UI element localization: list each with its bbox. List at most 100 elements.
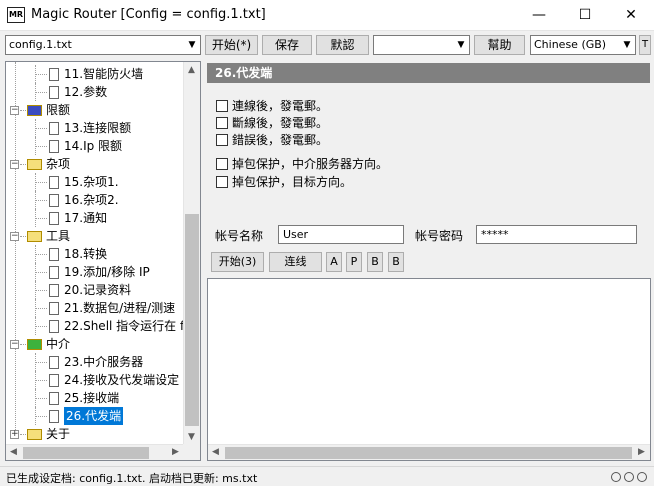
tree-connector: [35, 65, 36, 83]
account-name-input[interactable]: User: [278, 225, 404, 244]
tree-items: 11.智能防火墙 12.参数 − 限额 13.连接限额 14.Ip 限额 − 杂项 15.杂项1…: [6, 62, 184, 445]
tree-item-label: 25.接收端: [64, 391, 120, 405]
config-select-value: config.1.txt: [9, 38, 72, 51]
chevron-down-icon[interactable]: ▼: [184, 36, 200, 54]
scroll-thumb[interactable]: [185, 214, 199, 426]
tree-item[interactable]: 18.转换: [6, 245, 184, 263]
connect-button[interactable]: 连线: [269, 252, 322, 272]
tree-item[interactable]: 19.添加/移除 IP: [6, 263, 184, 281]
checkbox-email-on-error[interactable]: 錯誤後，發電郵。: [216, 132, 328, 148]
maximize-button[interactable]: ☐: [562, 0, 608, 31]
scroll-down-icon[interactable]: ▼: [188, 432, 195, 442]
tree-item[interactable]: 26.代发端: [6, 407, 184, 425]
blank-select[interactable]: ▼: [373, 35, 470, 55]
default-button[interactable]: 默認: [316, 35, 369, 55]
help-button[interactable]: 幫助: [474, 35, 525, 55]
tree-item[interactable]: 15.杂项1.: [6, 173, 184, 191]
scroll-left-icon[interactable]: ◀: [212, 447, 219, 457]
scroll-right-icon[interactable]: ▶: [172, 447, 179, 457]
tree-folder[interactable]: − 限额: [6, 101, 184, 119]
collapse-icon[interactable]: −: [10, 232, 19, 241]
tree-folder[interactable]: − 杂项: [6, 155, 184, 173]
tree-connector: [35, 272, 47, 273]
checkbox-box[interactable]: [216, 100, 228, 112]
config-select[interactable]: config.1.txt ▼: [5, 35, 201, 55]
checkbox-label: 掉包保护，目标方向。: [232, 175, 353, 189]
language-select-value: Chinese (GB): [534, 38, 607, 51]
document-icon: [49, 212, 59, 225]
b-button[interactable]: B: [367, 252, 383, 272]
tree-folder[interactable]: + 关于: [6, 425, 184, 443]
log-horizontal-scrollbar[interactable]: ◀ ▶: [208, 444, 650, 460]
minimize-button[interactable]: —: [516, 0, 562, 31]
start-button[interactable]: 开始(3): [211, 252, 264, 272]
tree-item[interactable]: 12.参数: [6, 83, 184, 101]
window-title: Magic Router [Config = config.1.txt]: [31, 7, 266, 22]
tree-vertical-scrollbar[interactable]: ▲ ▼: [183, 62, 200, 445]
scroll-left-icon[interactable]: ◀: [10, 447, 17, 457]
tree-item-label: 24.接收及代发端设定: [64, 373, 180, 387]
tree-item[interactable]: 23.中介服务器: [6, 353, 184, 371]
checkbox-drop-protect-target[interactable]: 掉包保护，目标方向。: [216, 174, 352, 190]
tree-item-label: 16.杂项2.: [64, 193, 119, 207]
chevron-down-icon[interactable]: ▼: [453, 36, 469, 54]
checkbox-email-on-connect[interactable]: 連線後，發電郵。: [216, 98, 328, 114]
tree-folder[interactable]: − 中介: [6, 335, 184, 353]
tree-item[interactable]: 17.通知: [6, 209, 184, 227]
checkbox-email-on-disconnect[interactable]: 斷線後，發電郵。: [216, 115, 328, 131]
document-icon: [49, 248, 59, 261]
checkbox-label: 錯誤後，發電郵。: [232, 133, 329, 147]
title-bar: MR Magic Router [Config = config.1.txt] …: [0, 0, 654, 31]
start-all-button[interactable]: 开始(*): [205, 35, 258, 55]
p-button[interactable]: P: [346, 252, 362, 272]
checkbox-box[interactable]: [216, 176, 228, 188]
nav-tree[interactable]: 11.智能防火墙 12.参数 − 限额 13.连接限额 14.Ip 限额 − 杂项 15.杂项1…: [5, 61, 201, 461]
checkbox-label: 連線後，發電郵。: [232, 99, 329, 113]
language-select[interactable]: Chinese (GB) ▼: [530, 35, 636, 55]
log-output[interactable]: ◀ ▶: [207, 278, 651, 461]
tree-item[interactable]: 25.接收端: [6, 389, 184, 407]
tree-horizontal-scrollbar[interactable]: ◀ ▶: [6, 444, 184, 460]
chevron-down-icon[interactable]: ▼: [619, 36, 635, 54]
tree-item-label: 22.Shell 指令运行在 f: [64, 319, 184, 333]
scroll-up-icon[interactable]: ▲: [188, 65, 195, 75]
tree-item-label: 12.参数: [64, 85, 108, 99]
document-icon: [49, 176, 59, 189]
collapse-icon[interactable]: −: [10, 106, 19, 115]
account-password-input[interactable]: *****: [476, 225, 637, 244]
tree-connector: [35, 218, 47, 219]
expand-icon[interactable]: +: [10, 430, 19, 439]
tree-connector: [35, 128, 47, 129]
tree-item[interactable]: 11.智能防火墙: [6, 65, 184, 83]
tree-item-label: 13.连接限额: [64, 121, 132, 135]
tree-connector: [35, 326, 47, 327]
tree-connector: [35, 308, 47, 309]
tree-item[interactable]: 13.连接限额: [6, 119, 184, 137]
checkbox-box[interactable]: [216, 117, 228, 129]
scroll-right-icon[interactable]: ▶: [638, 447, 645, 457]
tree-item[interactable]: 16.杂项2.: [6, 191, 184, 209]
save-button[interactable]: 保存: [262, 35, 312, 55]
checkbox-box[interactable]: [216, 158, 228, 170]
scroll-thumb[interactable]: [23, 447, 149, 459]
tree-item[interactable]: 20.记录资料: [6, 281, 184, 299]
checkbox-drop-protect-proxy[interactable]: 掉包保护，中介服务器方向。: [216, 156, 388, 172]
close-button[interactable]: ✕: [608, 0, 654, 31]
tree-folder[interactable]: − 工具: [6, 227, 184, 245]
tree-item[interactable]: 21.数据包/进程/测速: [6, 299, 184, 317]
tree-item[interactable]: 14.Ip 限额: [6, 137, 184, 155]
tree-item[interactable]: 22.Shell 指令运行在 f: [6, 317, 184, 335]
checkbox-box[interactable]: [216, 134, 228, 146]
collapse-icon[interactable]: −: [10, 160, 19, 169]
tree-connector: [35, 245, 36, 263]
tree-connector: [35, 398, 47, 399]
tree-folder-label: 限额: [46, 103, 71, 117]
scroll-thumb[interactable]: [225, 447, 632, 459]
b-button-2[interactable]: B: [388, 252, 404, 272]
collapse-icon[interactable]: −: [10, 340, 19, 349]
status-text: 已生成设定档: config.1.txt. 启动档已更新: ms.txt: [6, 472, 258, 485]
tree-connector: [35, 182, 47, 183]
tree-item[interactable]: 24.接收及代发端设定: [6, 371, 184, 389]
extra-button[interactable]: T: [639, 35, 651, 55]
a-button[interactable]: A: [326, 252, 342, 272]
